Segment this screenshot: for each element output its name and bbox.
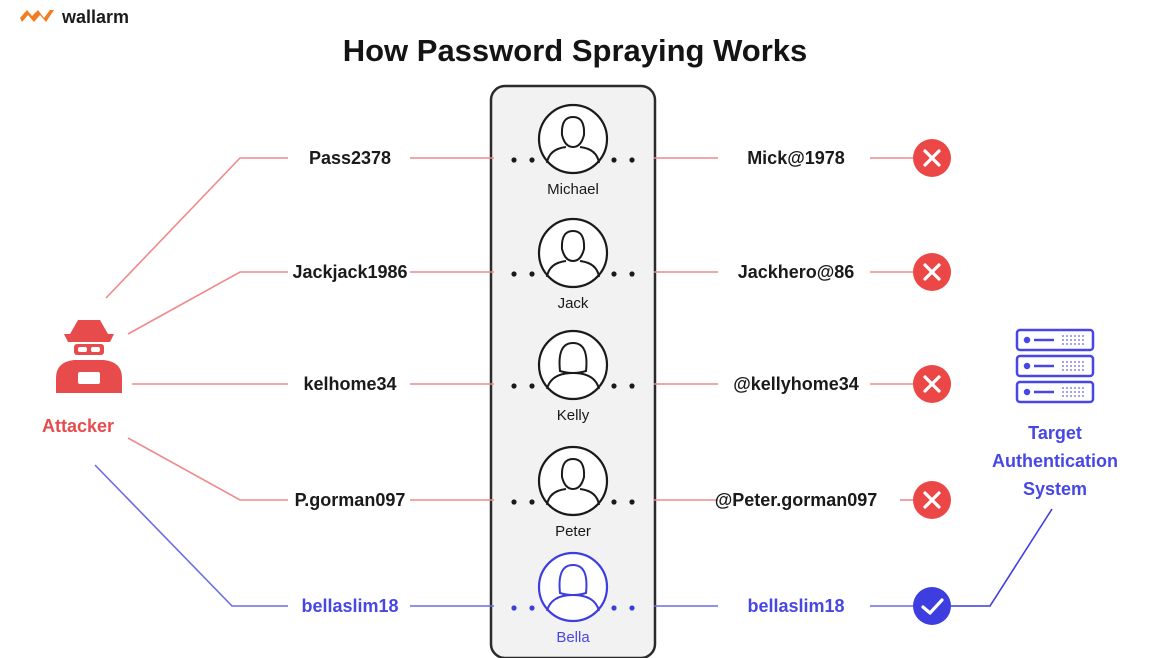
password-spraying-diagram: wallarm How Password Spraying Works Atta… bbox=[20, 7, 1118, 658]
attempt-rows: Pass2378 Michael Mick@1978 Jackjack1986 Jack… bbox=[94, 103, 1053, 646]
row-jack-attacker-link bbox=[127, 271, 288, 335]
row-bella-actual-password: bellaslim18 bbox=[747, 596, 844, 616]
row-peter-dot-1 bbox=[529, 499, 535, 505]
male-user-icon bbox=[537, 217, 609, 289]
wallarm-logo-icon bbox=[20, 10, 54, 22]
row-peter-attacker-link bbox=[127, 437, 288, 501]
row-michael-attacker-link bbox=[105, 157, 288, 299]
brand-name: wallarm bbox=[61, 7, 129, 27]
row-peter-actual-password: @Peter.gorman097 bbox=[715, 490, 878, 510]
row-kelly-attempt-password: kelhome34 bbox=[303, 374, 396, 394]
row-jack-dot-1 bbox=[529, 271, 535, 277]
row-peter-dot-3 bbox=[629, 499, 635, 505]
row-jack-user-name: Jack bbox=[558, 295, 589, 312]
row-peter-dot-0 bbox=[511, 499, 517, 505]
row-peter-user-name: Peter bbox=[555, 523, 591, 540]
row-jack-dot-2 bbox=[611, 271, 617, 277]
female-user-icon bbox=[537, 329, 609, 401]
row-michael-dot-0 bbox=[511, 157, 517, 163]
row-peter-dot-2 bbox=[611, 499, 617, 505]
row-bella-target-link bbox=[951, 508, 1053, 607]
row-bella-dot-2 bbox=[611, 605, 617, 611]
row-michael-dot-2 bbox=[611, 157, 617, 163]
row-jack-attempt-password: Jackjack1986 bbox=[292, 262, 407, 282]
row-kelly-dot-2 bbox=[611, 383, 617, 389]
row-bella-dot-3 bbox=[629, 605, 635, 611]
attacker-label: Attacker bbox=[42, 416, 114, 436]
row-kelly-actual-password: @kellyhome34 bbox=[733, 374, 859, 394]
row-kelly-dot-0 bbox=[511, 383, 517, 389]
row-michael-user-name: Michael bbox=[547, 181, 599, 198]
target-label-line-1: Target bbox=[1028, 423, 1082, 443]
row-kelly-user-name: Kelly bbox=[557, 407, 590, 424]
male-user-icon bbox=[537, 445, 609, 517]
row-kelly-dot-1 bbox=[529, 383, 535, 389]
target-label-line-2: Authentication bbox=[992, 451, 1118, 471]
row-kelly-dot-3 bbox=[629, 383, 635, 389]
check-icon bbox=[913, 587, 951, 625]
diagram-title: How Password Spraying Works bbox=[343, 33, 808, 68]
row-bella-attempt-password: bellaslim18 bbox=[301, 596, 398, 616]
row-peter-attempt-password: P.gorman097 bbox=[295, 490, 406, 510]
female-user-icon bbox=[537, 551, 609, 623]
row-bella-dot-1 bbox=[529, 605, 535, 611]
row-jack-dot-0 bbox=[511, 271, 517, 277]
male-user-icon bbox=[537, 103, 609, 175]
server-icon bbox=[1015, 328, 1095, 404]
row-jack-dot-3 bbox=[629, 271, 635, 277]
row-bella-attacker-link bbox=[94, 464, 288, 607]
row-bella-user-name: Bella bbox=[556, 629, 590, 646]
row-jack-actual-password: Jackhero@86 bbox=[738, 262, 855, 282]
row-bella-dot-0 bbox=[511, 605, 517, 611]
row-michael-actual-password: Mick@1978 bbox=[747, 148, 845, 168]
row-michael-dot-3 bbox=[629, 157, 635, 163]
hacker-icon bbox=[56, 320, 122, 393]
row-michael-attempt-password: Pass2378 bbox=[309, 148, 391, 168]
target-label-line-3: System bbox=[1023, 479, 1087, 499]
row-michael-dot-1 bbox=[529, 157, 535, 163]
